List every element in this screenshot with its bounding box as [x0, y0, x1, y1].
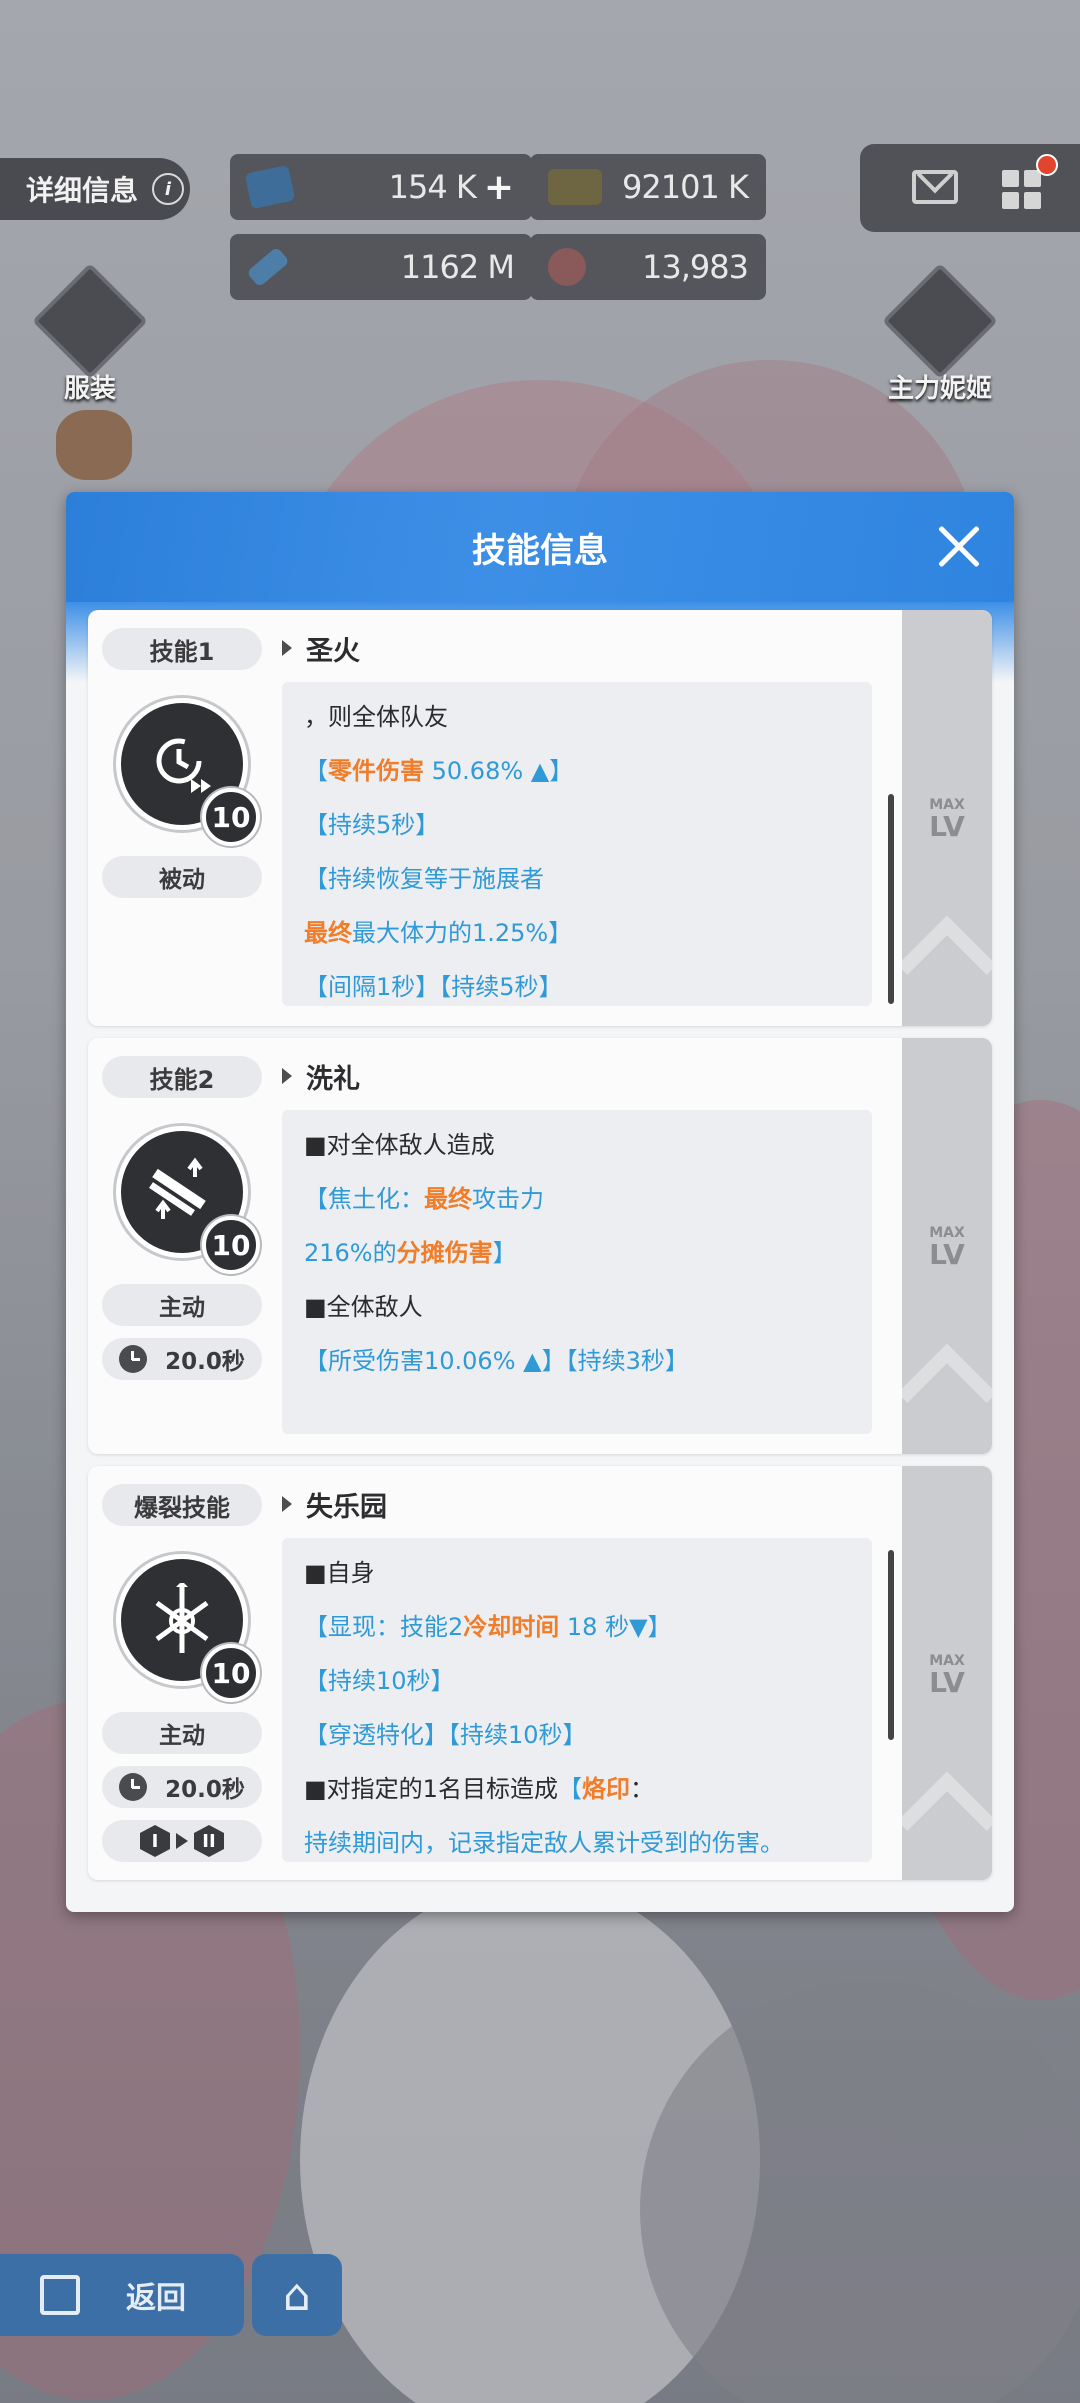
resource-credits: 92101 K	[530, 154, 766, 220]
arrow-right-icon	[176, 1833, 188, 1849]
cooldown-pill: 20.0秒	[102, 1766, 262, 1808]
skill-tag: 技能1	[102, 628, 262, 670]
close-icon[interactable]	[936, 524, 982, 570]
skill-type-pill: 主动	[102, 1284, 262, 1326]
max-level-indicator: MAX LV	[897, 610, 992, 1026]
clock-icon	[119, 1345, 148, 1373]
cooldown-value: 20.0秒	[165, 1777, 245, 1803]
costume-button[interactable]: 服装	[30, 263, 150, 405]
skill-icon-group: 10	[116, 698, 260, 846]
menu-grid-icon[interactable]	[1002, 170, 1042, 210]
top-right-menu	[860, 144, 1080, 232]
chevron-up-icon	[897, 915, 992, 1015]
resource-credits-value: 92101 K	[622, 168, 749, 206]
cooldown-pill: 20.0秒	[102, 1338, 262, 1380]
description-line: ■全体敌人	[304, 1293, 423, 1321]
core-dust-icon	[548, 248, 586, 286]
resource-core-dust: 13,983	[530, 234, 766, 300]
resource-core-dust-value: 13,983	[642, 248, 749, 286]
description-line: ■对全体敌人造成	[304, 1131, 495, 1159]
description-line: 【焦土化：最终攻击力	[304, 1185, 544, 1213]
resource-battle-data-value: 1162 M	[400, 248, 515, 286]
gem-card-icon	[244, 164, 296, 210]
burst-stage-from: I	[140, 1825, 170, 1857]
resource-gems[interactable]: 154 K +	[230, 154, 532, 220]
modal-header: 技能信息	[66, 492, 1014, 602]
description-line: 最终最大体力的1.25%】	[304, 919, 573, 947]
description-line: ■对指定的1名目标造成【烙印：	[304, 1775, 654, 1803]
add-gems-icon[interactable]: +	[484, 167, 514, 208]
resource-gems-value: 154 K	[388, 168, 477, 206]
star-badge-icon	[882, 263, 998, 379]
skill-icon-group: 10	[116, 1554, 260, 1702]
skill-card-burst: 爆裂技能 失乐园 10 主动 20.0秒 I II ■自身【显现：技能2冷却时间…	[88, 1466, 992, 1880]
description-line: 【所受伤害10.06% ▲】【持续3秒】	[304, 1347, 689, 1375]
back-button[interactable]: 返回	[0, 2254, 244, 2336]
max-level-indicator: MAX LV	[897, 1038, 992, 1454]
description-line: 【持续恢复等于施展者	[304, 865, 544, 893]
skill-name: 圣火	[282, 626, 360, 670]
chibi-avatar[interactable]	[56, 410, 132, 480]
skill-card-2: 技能2 洗礼 10 主动 20.0秒 ■对全体敌人造成【焦土化：最终攻击力 216…	[88, 1038, 992, 1454]
description-line: 216%的分摊伤害】	[304, 1239, 517, 1267]
triangle-icon	[282, 1068, 292, 1084]
detail-info-label: 详细信息	[26, 174, 139, 207]
chevron-up-icon	[897, 1771, 992, 1871]
burst-stage-pill: I II	[102, 1820, 262, 1862]
lv-label: LV	[929, 810, 965, 843]
burst-stage-to: II	[194, 1825, 224, 1857]
skill-type-pill: 主动	[102, 1712, 262, 1754]
description-line: 【零件伤害 50.68% ▲】	[304, 757, 574, 785]
mail-icon[interactable]	[912, 170, 958, 204]
description-line: ，则全体队友	[304, 703, 448, 731]
triangle-icon	[282, 1496, 292, 1512]
battle-data-icon	[246, 246, 290, 288]
modal-title: 技能信息	[472, 530, 608, 571]
skill-name: 失乐园	[282, 1482, 387, 1526]
max-level-indicator: MAX LV	[897, 1466, 992, 1880]
detail-info-tab[interactable]: 详细信息 i	[0, 158, 190, 220]
home-button[interactable]: ⌂	[252, 2254, 342, 2336]
skill-icon-group: 10	[116, 1126, 260, 1274]
cooldown-value: 20.0秒	[165, 1349, 245, 1375]
info-icon: i	[152, 173, 185, 205]
description-line: 【持续10秒】	[304, 1667, 455, 1695]
skill-level-badge: 10	[202, 1644, 260, 1702]
skill-level-badge: 10	[202, 1216, 260, 1274]
description-line: 持续期间内，记录指定敌人累计受到的伤害。	[304, 1829, 784, 1857]
skill-description[interactable]: ■自身【显现：技能2冷却时间 18 秒▼】 【持续10秒】【穿透特化】【持续10秒…	[282, 1538, 872, 1862]
skill-level-badge: 10	[202, 788, 260, 846]
description-line: 【持续5秒】	[304, 811, 440, 839]
description-line: 【间隔1秒】【持续5秒】	[304, 973, 563, 1001]
description-scrollbar[interactable]	[888, 1550, 894, 1740]
lv-label: LV	[929, 1238, 965, 1271]
description-scrollbar[interactable]	[888, 794, 894, 1004]
skill-tag: 爆裂技能	[102, 1484, 262, 1526]
credit-icon	[548, 169, 602, 205]
costume-icon	[32, 263, 148, 379]
home-icon: ⌂	[283, 2269, 311, 2321]
exit-door-icon	[40, 2275, 80, 2315]
back-label: 返回	[126, 2281, 186, 2316]
skill-name: 洗礼	[282, 1054, 360, 1098]
main-nikke-button[interactable]: 主力妮姬	[880, 263, 1000, 405]
chevron-up-icon	[897, 1343, 992, 1443]
lv-label: LV	[929, 1666, 965, 1699]
skill-description[interactable]: ■对全体敌人造成【焦土化：最终攻击力 216%的分摊伤害】 ■全体敌人【所受伤害10…	[282, 1110, 872, 1434]
skill-description[interactable]: ，则全体队友【零件伤害 50.68% ▲】 【持续5秒】【持续恢复等于施展者最终最…	[282, 682, 872, 1006]
resource-battle-data: 1162 M	[230, 234, 532, 300]
description-line: 【穿透特化】【持续10秒】	[304, 1721, 587, 1749]
skill-info-modal: 技能信息 技能1 圣火 10 被动 ，则全体队友 【零件伤害 50.68% ▲】【…	[66, 492, 1014, 1912]
description-line: 【显现：技能2冷却时间 18 秒▼】	[304, 1613, 672, 1641]
notification-dot	[1036, 154, 1058, 176]
skill-type-pill: 被动	[102, 856, 262, 898]
triangle-icon	[282, 640, 292, 656]
clock-icon	[119, 1773, 148, 1801]
skill-tag: 技能2	[102, 1056, 262, 1098]
skill-card-1: 技能1 圣火 10 被动 ，则全体队友【零件伤害 50.68% ▲】 【持续5秒】…	[88, 610, 992, 1026]
description-line: ■自身	[304, 1559, 375, 1587]
